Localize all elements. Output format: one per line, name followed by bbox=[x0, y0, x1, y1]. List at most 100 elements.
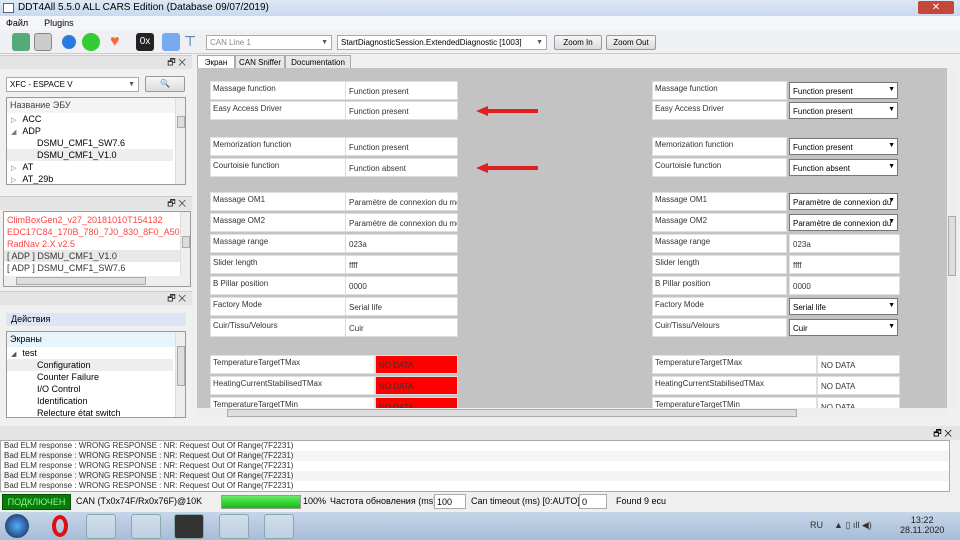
field-dropdown[interactable]: Function present ▼ bbox=[789, 138, 898, 155]
screen-item-label: Counter Failure bbox=[37, 372, 100, 382]
tap-icon[interactable]: ⊤ bbox=[184, 33, 202, 51]
found-ecu-scrollbar[interactable] bbox=[180, 212, 190, 276]
ecu-tree-item[interactable]: ◢ ADP bbox=[7, 125, 185, 137]
field-dropdown[interactable]: Paramètre de connexion du ▼ bbox=[789, 214, 898, 231]
found-ecu-item[interactable]: [ ADP ] DSMU_CMF1_SW7.6 bbox=[4, 262, 180, 274]
screen-item[interactable]: I/O Control bbox=[7, 383, 185, 395]
sync-icon[interactable] bbox=[82, 33, 100, 51]
field-label-right: TemperatureTargetTMax bbox=[652, 355, 817, 374]
timeout-spinbox[interactable]: 0 bbox=[579, 494, 607, 509]
field-dropdown[interactable]: Function absent ▼ bbox=[789, 159, 898, 176]
field-value: Paramètre de connexion du mot bbox=[345, 192, 458, 211]
found-ecu-item[interactable]: [ ADP ] DSMU_CMF1_V1.0 bbox=[4, 250, 180, 262]
field-label: Slider length bbox=[210, 255, 346, 274]
ecu-tree-item[interactable]: DSMU_CMF1_V1.0 bbox=[7, 149, 173, 161]
field-input[interactable]: 023a bbox=[789, 234, 900, 253]
language-indicator[interactable]: RU bbox=[810, 520, 823, 530]
vehicle-select[interactable]: XFC - ESPACE V ▼ bbox=[6, 77, 139, 92]
heart-icon[interactable]: ♥ bbox=[110, 33, 128, 51]
ecu-tree-item[interactable]: ▷ AT bbox=[7, 161, 185, 173]
field-label: Cuir/Tissu/Velours bbox=[210, 318, 346, 337]
field-dropdown[interactable]: Serial life ▼ bbox=[789, 298, 898, 315]
expand-icon[interactable]: ▷ bbox=[11, 117, 16, 124]
expand-icon[interactable]: ▷ bbox=[11, 165, 16, 172]
gear-icon[interactable] bbox=[34, 33, 52, 51]
menu-file[interactable]: Файл bbox=[6, 18, 28, 28]
field-value: ffff bbox=[345, 255, 458, 274]
field-label: B Pillar position bbox=[210, 276, 346, 295]
start-button[interactable] bbox=[5, 514, 29, 538]
refresh-icon[interactable] bbox=[62, 35, 76, 49]
can-line-select[interactable]: CAN Line 1 ▼ bbox=[206, 35, 332, 50]
field-label: Massage OM1 bbox=[210, 192, 346, 211]
screen-item[interactable]: ◢ test bbox=[7, 347, 185, 359]
field-input[interactable]: ffff bbox=[789, 255, 900, 274]
field-input[interactable]: NO DATA bbox=[817, 397, 900, 408]
ecu-tree-scrollbar[interactable] bbox=[175, 98, 185, 184]
found-ecu-hscrollbar[interactable] bbox=[4, 276, 190, 286]
log-line: Bad ELM response : WRONG RESPONSE : NR: … bbox=[4, 481, 294, 490]
field-input[interactable]: NO DATA bbox=[817, 376, 900, 395]
field-input[interactable]: 0000 bbox=[789, 276, 900, 295]
refresh-spinbox[interactable]: 100 bbox=[434, 494, 466, 509]
found-ecu-item[interactable]: EDC17C84_170B_780_7J0_830_8F0_A50_C00_V0… bbox=[4, 226, 190, 238]
screen-item[interactable]: Configuration bbox=[7, 359, 173, 371]
field-label-right: Easy Access Driver bbox=[652, 101, 787, 120]
progress-label: 100% bbox=[303, 496, 327, 506]
ecu-tree-item[interactable]: DSMU_CMF1_SW7.6 bbox=[7, 137, 185, 149]
ecu-tree[interactable]: Название ЭБУ ▷ ACC ◢ ADP DSMU_CMF1_SW7.6 DSMU… bbox=[6, 97, 186, 185]
field-dropdown[interactable]: Paramètre de connexion du ▼ bbox=[789, 193, 898, 210]
field-dropdown[interactable]: Function present ▼ bbox=[789, 82, 898, 99]
field-value: NO DATA bbox=[375, 376, 458, 395]
taskbar-explorer[interactable] bbox=[264, 514, 294, 539]
ecu-tree-item[interactable]: ▷ ACC bbox=[7, 113, 185, 125]
expand-icon[interactable]: ▷ bbox=[11, 177, 16, 184]
screen-form: Massage function Function present Massage … bbox=[197, 68, 947, 408]
opera-icon[interactable] bbox=[52, 515, 68, 537]
found-ecu-list[interactable]: ClimBoxGen2_v27_20181010T154132 EDC17C84_… bbox=[3, 211, 191, 287]
form-vscrollbar[interactable] bbox=[947, 68, 957, 408]
taskbar-notepad[interactable] bbox=[131, 514, 161, 539]
settings-icon[interactable] bbox=[162, 33, 180, 51]
close-window-button[interactable]: ✕ bbox=[918, 1, 954, 14]
dropdown-value: Paramètre de connexion du bbox=[793, 198, 892, 207]
form-hscrollbar[interactable] bbox=[197, 408, 947, 418]
screens-scrollbar[interactable] bbox=[175, 332, 185, 417]
tray-icons[interactable]: ▲ ▯ ıll ◀) bbox=[834, 520, 872, 531]
found-ecu-item[interactable]: RadNav 2.X v2.5 bbox=[4, 238, 180, 250]
hex-icon[interactable]: 0x bbox=[136, 33, 154, 51]
tab-can-sniffer[interactable]: CAN Sniffer bbox=[235, 55, 285, 69]
dock-header-ecu: 🗗 ✕ bbox=[0, 55, 192, 69]
taskbar-photo-app[interactable] bbox=[86, 514, 116, 539]
actions-label: Действия bbox=[6, 313, 186, 326]
field-dropdown[interactable]: Function present ▼ bbox=[789, 102, 898, 119]
menu-plugins[interactable]: Plugins bbox=[44, 18, 74, 28]
field-input[interactable]: NO DATA bbox=[817, 355, 900, 374]
screen-item[interactable]: Relecture état switch bbox=[7, 407, 185, 417]
taskbar-obd-app[interactable] bbox=[174, 514, 204, 539]
session-select[interactable]: StartDiagnosticSession.ExtendedDiagnosti… bbox=[337, 35, 547, 50]
expand-icon[interactable]: ◢ bbox=[11, 129, 16, 136]
ecu-tree-item[interactable]: ▷ AT_29b bbox=[7, 173, 185, 184]
screen-item-label: Identification bbox=[37, 396, 88, 406]
tab-screen[interactable]: Экран bbox=[197, 55, 235, 69]
field-label: TemperatureTargetTMin bbox=[210, 397, 375, 408]
field-label: Massage range bbox=[210, 234, 346, 253]
field-dropdown[interactable]: Cuir ▼ bbox=[789, 319, 898, 336]
field-label: Courtoisie function bbox=[210, 158, 346, 177]
tab-documentation[interactable]: Documentation bbox=[285, 55, 351, 69]
clock[interactable]: 13:22 28.11.2020 bbox=[900, 515, 944, 535]
taskbar-ddt4all[interactable] bbox=[219, 514, 249, 539]
zoom-in-button[interactable]: Zoom In bbox=[554, 35, 602, 50]
screen-item[interactable]: Identification bbox=[7, 395, 185, 407]
found-ecu-item[interactable]: ClimBoxGen2_v27_20181010T154132 bbox=[4, 214, 180, 226]
screens-tree[interactable]: Экраны ◢ test Configuration Counter Failure… bbox=[6, 331, 186, 418]
expand-icon[interactable]: ◢ bbox=[11, 351, 16, 358]
menu-bar: Файл Plugins bbox=[0, 16, 960, 30]
screen-item[interactable]: Counter Failure bbox=[7, 371, 185, 383]
monitor-icon[interactable] bbox=[12, 33, 30, 51]
zoom-out-button[interactable]: Zoom Out bbox=[606, 35, 656, 50]
screen-item-label: test bbox=[22, 348, 37, 358]
search-ecu-button[interactable]: 🔍 bbox=[145, 76, 185, 92]
red-arrow-annotation bbox=[476, 106, 538, 116]
